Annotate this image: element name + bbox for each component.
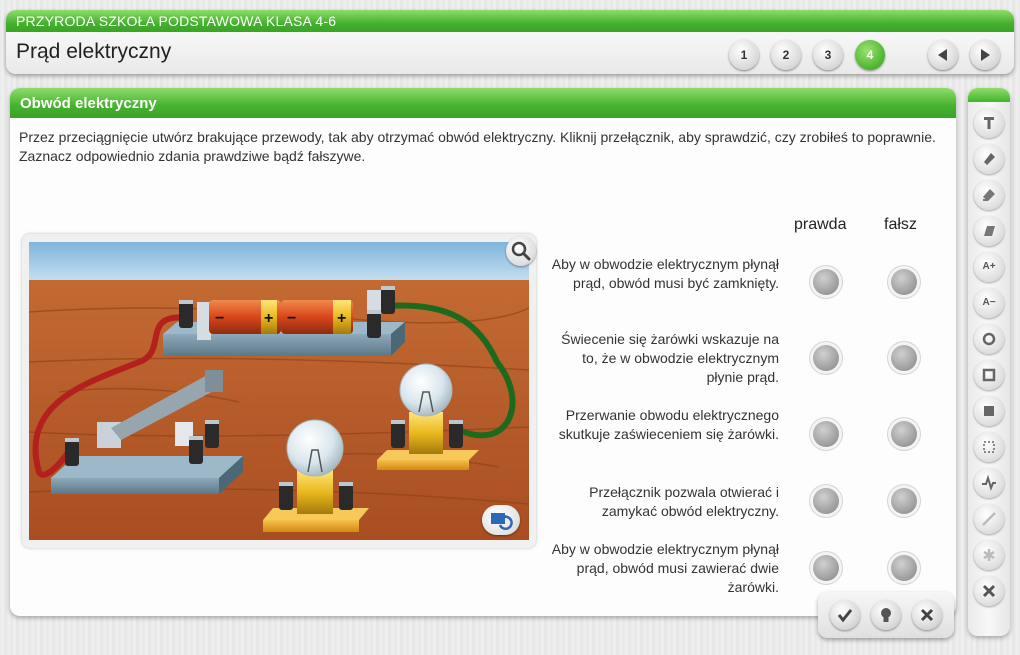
page-button-2[interactable]: 2 [771,40,801,70]
circuit-illustration-frame: − + − + [22,234,536,548]
font-increase-label: A+ [982,261,996,272]
circle-icon [982,332,996,346]
lesson-title: Prąd elektryczny [16,40,172,63]
page-button-4[interactable]: 4 [855,40,885,70]
instruction-line-2: Zaznacz odpowiednio zdania prawdziwe bąd… [19,148,366,164]
exercise-panel: Obwód elektryczny Przez przeciągnięcie u… [10,88,956,616]
page-button-3[interactable]: 3 [813,40,843,70]
radio-false-2[interactable] [891,345,917,371]
text-tool-button[interactable] [974,108,1004,138]
statement-5: Aby w obwodzie elektrycznym płynął prąd,… [551,541,779,595]
selection-tool-button[interactable] [974,432,1004,462]
marker-icon [983,189,995,201]
course-title: PRZYRODA SZKOŁA PODSTAWOWA KLASA 4-6 [6,10,1014,32]
battery-plus-2: + [337,310,346,327]
refresh-icon [491,513,513,530]
radio-true-5[interactable] [813,555,839,581]
prev-page-button[interactable] [928,40,958,70]
wave-icon [982,475,996,491]
battery-plus-1: + [264,310,273,327]
statement-3: Przerwanie obwodu elektrycznego skutkuje… [558,407,779,442]
pen-tool-button[interactable] [974,144,1004,174]
square-filled-tool-button[interactable] [974,396,1004,426]
square-filled-icon [984,406,994,416]
column-false: fałsz [884,216,917,233]
line-icon [982,512,996,526]
font-decrease-label: A− [982,297,996,308]
freehand-tool-button[interactable] [974,468,1004,498]
radio-false-3[interactable] [891,421,917,447]
radio-true-4[interactable] [813,488,839,514]
triangle-left-icon [938,49,947,61]
battery-minus-1: − [215,310,224,327]
hint-button[interactable] [871,600,901,630]
eraser-icon [984,226,995,236]
clear-tool-button[interactable] [974,576,1004,606]
column-true: prawda [794,216,847,233]
pen-icon [984,153,995,165]
tools-sidebar: A+ A− [968,88,1010,636]
exercise-heading: Obwód elektryczny [10,88,956,118]
radio-false-4[interactable] [891,488,917,514]
action-tray [818,592,954,638]
close-icon [982,584,996,598]
radio-true-2[interactable] [813,345,839,371]
radio-true-1[interactable] [813,269,839,295]
font-decrease-button[interactable]: A− [974,288,1004,318]
next-page-button[interactable] [970,40,1000,70]
instructions: Przez przeciągnięcie utwórz brakujące pr… [19,128,939,166]
check-button[interactable] [830,600,860,630]
sky [29,242,529,282]
close-button[interactable] [912,600,942,630]
square-outline-icon [982,368,996,382]
statement-4: Przełącznik pozwala otwierać i zamykać o… [589,484,779,519]
selection-icon [983,441,995,453]
check-icon [837,609,853,623]
asterisk-icon [983,549,995,561]
radio-true-3[interactable] [813,421,839,447]
zoom-button[interactable] [506,236,536,266]
triangle-right-icon [981,49,990,61]
statement-1: Aby w obwodzie elektrycznym płynął prąd,… [551,256,779,291]
circuit-scene: − + − + [29,242,529,540]
line-tool-button[interactable] [974,504,1004,534]
battery-minus-2: − [287,310,296,327]
bulb-icon [881,608,891,622]
font-increase-button[interactable]: A+ [974,252,1004,282]
radio-false-5[interactable] [891,555,917,581]
statement-2: Świecenie się żarówki wskazuje na to, że… [561,331,779,385]
text-cursor-icon [984,117,994,129]
toolbar-cap [968,88,1010,102]
reset-scene-button[interactable] [482,505,520,535]
eraser-tool-button[interactable] [974,216,1004,246]
marker-tool-button[interactable] [974,180,1004,210]
asterisk-tool-button[interactable] [974,540,1004,570]
battery: − + − + [209,300,353,334]
page-button-1[interactable]: 1 [729,40,759,70]
circle-tool-button[interactable] [974,324,1004,354]
radio-false-1[interactable] [891,269,917,295]
instruction-line-1: Przez przeciągnięcie utwórz brakujące pr… [19,129,936,145]
square-outline-tool-button[interactable] [974,360,1004,390]
close-icon [920,608,934,622]
magnifier-icon [511,241,531,261]
